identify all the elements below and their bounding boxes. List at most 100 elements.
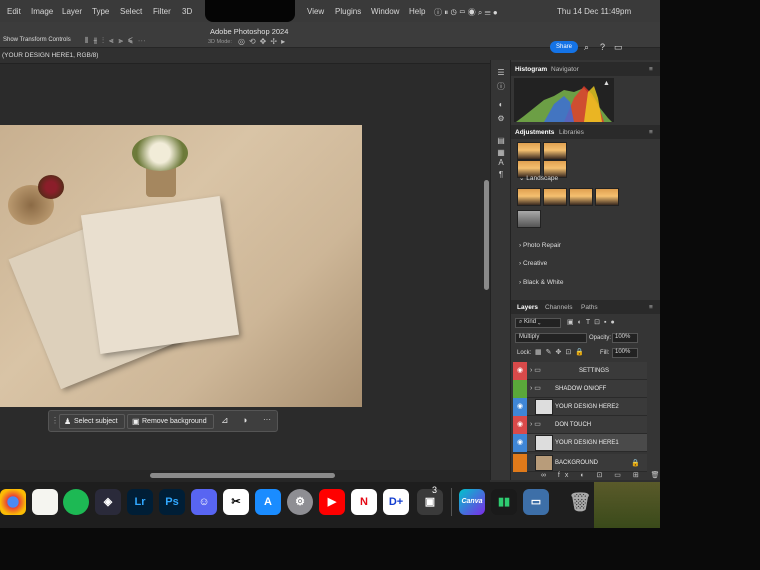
youtube-icon[interactable]: ▶ <box>319 489 345 515</box>
select-subject-button[interactable]: ♟ Select subject <box>59 414 125 429</box>
show-transform-controls[interactable]: Show Transform Controls <box>3 37 71 43</box>
davinci-icon[interactable]: ◈ <box>95 489 121 515</box>
eye-icon[interactable]: ◉ <box>513 362 527 380</box>
app-title: Adobe Photoshop 2024 <box>210 27 289 36</box>
layer-name: DON TOUCH <box>555 422 592 428</box>
scrollbar-thumb[interactable] <box>150 473 335 478</box>
preset-thumb[interactable] <box>543 142 567 160</box>
menu-window[interactable]: Window <box>371 7 399 16</box>
spotify-icon[interactable] <box>63 489 89 515</box>
lock-icons[interactable]: ▦✎✥⊡🔒 <box>535 348 588 356</box>
warning-icon[interactable]: ▲ <box>603 80 610 87</box>
fill-input[interactable]: 100% <box>612 348 638 358</box>
eye-icon[interactable]: ◉ <box>513 398 527 416</box>
status-icons[interactable]: ⓘ ⏸ ◷ ▭ ◉ ⌕ ☰ ● <box>434 7 498 18</box>
menu-3d[interactable]: 3D <box>182 7 192 16</box>
preset-thumb[interactable] <box>517 210 541 228</box>
preset-thumb[interactable] <box>517 142 541 160</box>
canva-icon[interactable]: Canva <box>459 489 485 515</box>
eye-icon[interactable]: ◉ <box>513 416 527 434</box>
menu-filter[interactable]: Filter <box>153 7 171 16</box>
landscape-group-toggle[interactable]: ⌄ Landscape <box>519 174 558 182</box>
preset-thumb[interactable] <box>595 188 619 206</box>
preset-thumb[interactable] <box>517 188 541 206</box>
tab-histogram[interactable]: Histogram <box>515 66 547 73</box>
settings-icon[interactable]: ⚙ <box>287 489 313 515</box>
menu-select[interactable]: Select <box>120 7 142 16</box>
swatches-panel-icon[interactable]: ▦ <box>496 148 506 158</box>
character-panel-icon[interactable]: A <box>496 158 506 168</box>
capcut-icon[interactable]: ✂ <box>223 489 249 515</box>
tab-layers[interactable]: Layers <box>517 304 538 311</box>
eye-icon[interactable] <box>513 454 527 472</box>
disney-icon[interactable]: D+ <box>383 489 409 515</box>
help-icon[interactable]: ? <box>600 42 605 52</box>
netflix-icon[interactable]: N <box>351 489 377 515</box>
app-store-icon[interactable]: A <box>255 489 281 515</box>
preset-thumb[interactable] <box>569 188 593 206</box>
remove-background-button[interactable]: ▣ Remove background <box>127 414 214 429</box>
layer-row-design1-selected[interactable]: ◉ YOUR DESIGN HERE1 <box>513 434 647 452</box>
layer-footer-icons[interactable]: ∞ fx ◐ ⊡ ▭ ⊞ 🗑 <box>541 471 660 479</box>
select-subject-label: Select subject <box>74 418 118 425</box>
audio-app-icon[interactable]: ▮▮ <box>491 489 517 515</box>
layer-row-background[interactable]: BACKGROUND 🔒 <box>513 454 647 472</box>
bw-group-toggle[interactable]: › Black & White <box>519 279 563 286</box>
vertical-scrollbar-thumb[interactable] <box>484 180 489 290</box>
menubar-clock[interactable]: Thu 14 Dec 11:49pm <box>557 7 631 16</box>
align-icons[interactable]: ⫴⫵⫶⫷⫸⫹⋯ <box>85 36 151 46</box>
photo-repair-group-toggle[interactable]: › Photo Repair <box>519 242 561 249</box>
glyphs-panel-icon[interactable] <box>496 172 506 182</box>
share-button[interactable]: Share <box>550 41 578 53</box>
preview-icon[interactable]: ▣ <box>417 489 443 515</box>
adjust-icon[interactable]: ◑ <box>242 415 247 425</box>
panel-menu-icon[interactable]: ≡ <box>649 129 653 136</box>
drag-handle-icon[interactable]: ⋮ <box>51 416 59 425</box>
layer-row-design2[interactable]: ◉ YOUR DESIGN HERE2 <box>513 398 647 416</box>
eye-icon[interactable]: ◉ <box>513 434 527 452</box>
lightroom-icon[interactable]: Lr <box>127 489 153 515</box>
menu-help[interactable]: Help <box>409 7 425 16</box>
tab-navigator[interactable]: Navigator <box>551 66 579 73</box>
discord-icon[interactable]: ☺ <box>191 489 217 515</box>
creative-group-toggle[interactable]: › Creative <box>519 260 547 267</box>
menu-layer[interactable]: Layer <box>62 7 82 16</box>
menu-edit[interactable]: Edit <box>7 7 21 16</box>
panel-menu-icon[interactable]: ≡ <box>649 304 653 311</box>
info-panel-icon[interactable]: ⓘ <box>496 82 506 92</box>
tab-adjustments[interactable]: Adjustments <box>515 129 554 136</box>
tab-channels[interactable]: Channels <box>545 304 572 311</box>
notes-icon[interactable] <box>32 489 58 515</box>
tab-libraries[interactable]: Libraries <box>559 129 584 136</box>
crop-icon[interactable]: ⊿ <box>221 415 229 426</box>
layer-row-shadow[interactable]: › ▭ SHADOW ON/OFF <box>513 380 647 398</box>
layer-row-dont-touch[interactable]: ◉ › ▭ DON TOUCH <box>513 416 647 434</box>
trash-icon[interactable]: 🗑 <box>567 489 593 515</box>
eye-icon[interactable] <box>513 380 527 398</box>
menu-plugins[interactable]: Plugins <box>335 7 361 16</box>
histogram-panel-icon[interactable]: ☰ <box>496 68 506 78</box>
menu-view[interactable]: View <box>307 7 324 16</box>
preset-thumb[interactable] <box>543 188 567 206</box>
opacity-input[interactable]: 100% <box>612 333 638 343</box>
panel-menu-icon[interactable]: ≡ <box>649 66 653 73</box>
layer-row-settings[interactable]: ◉ › ▭ SETTINGS <box>513 362 647 380</box>
chrome-icon[interactable] <box>0 489 26 515</box>
finder-window-icon[interactable]: ▭ <box>523 489 549 515</box>
adjustments-panel-icon[interactable]: ◐ <box>496 100 506 110</box>
menu-image[interactable]: Image <box>31 7 53 16</box>
document-canvas-photo[interactable] <box>0 125 362 407</box>
menu-type[interactable]: Type <box>92 7 109 16</box>
document-tab[interactable]: (YOUR DESIGN HERE1, RGB/8) <box>0 48 490 64</box>
more-options-button[interactable]: ··· <box>263 415 271 424</box>
search-icon[interactable]: ⌕ <box>584 42 589 53</box>
workspace-icon[interactable]: ▭ <box>614 42 623 53</box>
layer-filter-icons[interactable]: ▣◐T⊡▪● <box>567 318 619 326</box>
3d-mode-icons[interactable]: ◎⟲✥✢▸ <box>238 37 289 46</box>
kind-filter-select[interactable]: ⌕ Kind ⌄ <box>515 318 561 328</box>
blend-mode-select[interactable]: Multiply <box>515 333 587 343</box>
styles-panel-icon[interactable]: ▤ <box>496 136 506 146</box>
photoshop-icon[interactable]: Ps <box>159 489 185 515</box>
properties-panel-icon[interactable]: ⚙ <box>496 114 506 124</box>
tab-paths[interactable]: Paths <box>581 304 598 311</box>
